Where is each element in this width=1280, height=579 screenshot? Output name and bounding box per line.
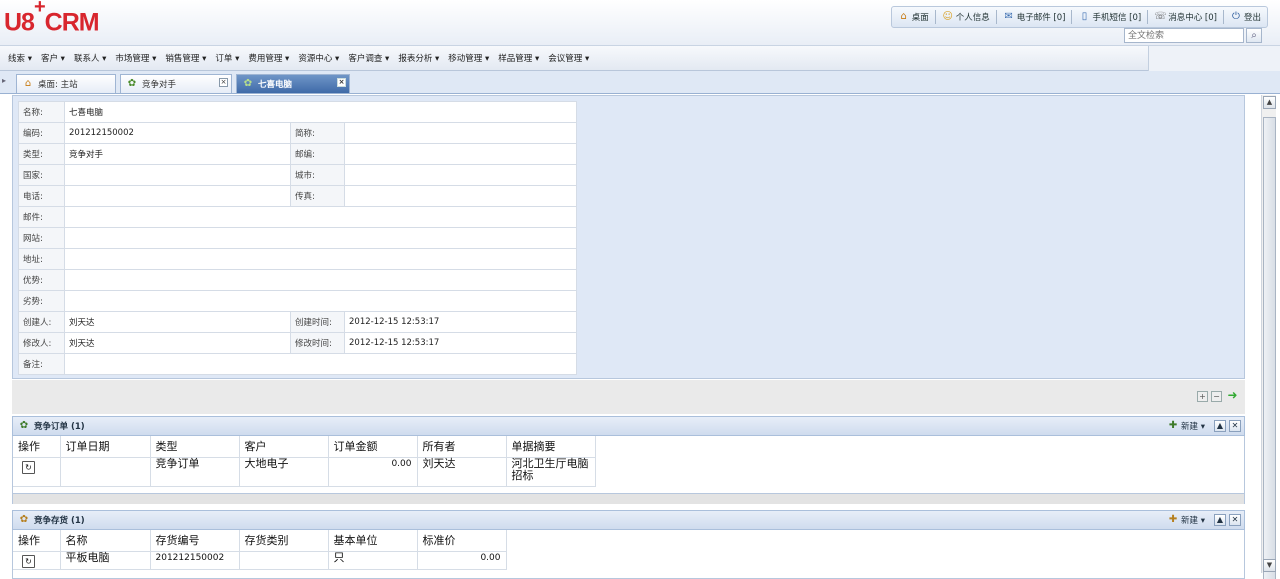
close-icon[interactable]: ✕ bbox=[1229, 420, 1241, 432]
menu-expenses[interactable]: 费用管理 ▾ bbox=[248, 52, 289, 64]
topnav-profile[interactable]: ☺ 个人信息 bbox=[942, 11, 990, 23]
top-nav: ⌂ 桌面 ☺ 个人信息 ✉ 电子邮件 [0] ▯ 手机短信 [0] ☏ 消息中心 [0] … bbox=[890, 6, 1268, 28]
field-email bbox=[64, 206, 577, 228]
orders-table: 操作 订单日期 类型 客户 订单金额 所有者 单据摘要 ↻ 竞争订单 大地电子 … bbox=[13, 436, 596, 487]
arrow-right-icon[interactable]: ➜ bbox=[1225, 389, 1240, 402]
menu-meetings[interactable]: 会议管理 ▾ bbox=[548, 52, 589, 64]
new-icon: ✚ bbox=[1168, 420, 1178, 431]
home-icon: ⌂ bbox=[900, 11, 907, 22]
panel-controls: + − ➜ bbox=[1197, 389, 1240, 402]
field-fax bbox=[344, 185, 577, 207]
close-icon[interactable]: × bbox=[337, 78, 346, 87]
menu-samples[interactable]: 样品管理 ▾ bbox=[498, 52, 539, 64]
scroll-up-icon[interactable]: ▲ bbox=[1263, 96, 1276, 109]
field-address bbox=[64, 248, 577, 270]
field-website bbox=[64, 227, 577, 249]
menu-resources[interactable]: 资源中心 ▾ bbox=[298, 52, 339, 64]
app-logo: U8+CRM bbox=[4, 0, 100, 37]
products-table: 操作 名称 存货编号 存货类别 基本单位 标准价 ↻ 平板电脑 20121215… bbox=[13, 530, 507, 570]
new-icon: ✚ bbox=[1168, 514, 1178, 525]
menu-marketing[interactable]: 市场管理 ▾ bbox=[115, 52, 156, 64]
search-icon[interactable]: ⌕ bbox=[1246, 28, 1262, 43]
message-icon: ☏ bbox=[1154, 11, 1167, 22]
topnav-desktop[interactable]: ⌂ 桌面 bbox=[898, 11, 929, 23]
field-short bbox=[344, 122, 577, 144]
field-creator: 刘天达 bbox=[64, 311, 291, 333]
products-new-button[interactable]: ✚ 新建 ▾ bbox=[1167, 514, 1205, 526]
vertical-scrollbar[interactable]: ▲ ▼ bbox=[1261, 95, 1276, 579]
tab-record[interactable]: ✿ 七喜电脑 × bbox=[236, 74, 350, 93]
tab-desktop[interactable]: ⌂ 桌面: 主站 bbox=[16, 74, 116, 93]
field-name: 七喜电脑 bbox=[64, 101, 577, 123]
products-panel-header: ✿ 竞争存货 (1) ✚ 新建 ▾ ▲ ✕ bbox=[12, 510, 1245, 530]
menu-leads[interactable]: 线索 ▾ bbox=[8, 52, 32, 64]
home-icon: ⌂ bbox=[24, 78, 32, 89]
fulltext-search-input[interactable] bbox=[1124, 28, 1244, 43]
main-menu: 线索 ▾ 客户 ▾ 联系人 ▾ 市场管理 ▾ 销售管理 ▾ 订单 ▾ 费用管理 … bbox=[0, 46, 1280, 71]
field-type: 竞争对手 bbox=[64, 143, 291, 165]
scroll-thumb[interactable] bbox=[1263, 117, 1276, 579]
close-icon[interactable]: × bbox=[219, 78, 228, 87]
topnav-sms[interactable]: ▯ 手机短信 [0] bbox=[1078, 11, 1142, 23]
topnav-messages[interactable]: ☏ 消息中心 [0] bbox=[1154, 11, 1217, 23]
field-remark bbox=[64, 353, 577, 375]
mail-icon: ✉ bbox=[1004, 11, 1013, 22]
menu-orders[interactable]: 订单 ▾ bbox=[215, 52, 239, 64]
competitor-icon: ✿ bbox=[243, 78, 253, 89]
collapse-icon[interactable]: ▲ bbox=[1214, 420, 1226, 432]
scroll-down-icon[interactable]: ▼ bbox=[1263, 559, 1276, 572]
menu-sales[interactable]: 销售管理 ▾ bbox=[165, 52, 206, 64]
field-zip bbox=[344, 143, 577, 165]
product-icon: ✿ bbox=[19, 514, 29, 525]
collapse-icon[interactable]: ▲ bbox=[1214, 514, 1226, 526]
field-code: 201212150002 bbox=[64, 122, 291, 144]
header: U8+CRM ⌂ 桌面 ☺ 个人信息 ✉ 电子邮件 [0] ▯ 手机短信 [0] ☏ 消息… bbox=[0, 0, 1280, 46]
field-strength bbox=[64, 269, 577, 291]
menu-reports[interactable]: 报表分析 ▾ bbox=[398, 52, 439, 64]
topnav-email[interactable]: ✉ 电子邮件 [0] bbox=[1003, 11, 1066, 23]
orders-new-button[interactable]: ✚ 新建 ▾ bbox=[1167, 420, 1205, 432]
collapse-all-icon[interactable]: − bbox=[1211, 391, 1222, 402]
products-panel-body: 操作 名称 存货编号 存货类别 基本单位 标准价 ↻ 平板电脑 20121215… bbox=[12, 530, 1245, 579]
menu-right-panel bbox=[1148, 46, 1280, 71]
table-row: ↻ 竞争订单 大地电子 0.00 刘天达 河北卫生厅电脑招标 bbox=[13, 457, 596, 487]
order-icon: ✿ bbox=[19, 420, 29, 431]
menu-surveys[interactable]: 客户调查 ▾ bbox=[348, 52, 389, 64]
table-row: ↻ 平板电脑 201212150002 只 0.00 bbox=[13, 551, 507, 570]
user-icon: ☺ bbox=[942, 11, 953, 22]
view-icon[interactable]: ↻ bbox=[22, 554, 35, 568]
tab-bar: ▸ ⌂ 桌面: 主站 ✿ 竞争对手 × ✿ 七喜电脑 × bbox=[0, 71, 1280, 94]
expand-all-icon[interactable]: + bbox=[1197, 391, 1208, 402]
field-modifier: 刘天达 bbox=[64, 332, 291, 354]
menu-mobile[interactable]: 移动管理 ▾ bbox=[448, 52, 489, 64]
orders-panel-body: 操作 订单日期 类型 客户 订单金额 所有者 单据摘要 ↻ 竞争订单 大地电子 … bbox=[12, 436, 1245, 494]
field-modified-time: 2012-12-15 12:53:17 bbox=[344, 332, 577, 354]
field-country bbox=[64, 164, 291, 186]
tab-scroll-icon[interactable]: ▸ bbox=[2, 76, 10, 88]
record-form: 名称: 七喜电脑 编码: 201212150002 简称: 类型: 竞争对手 邮编: 国家… bbox=[18, 101, 577, 375]
record-detail-area: 名称: 七喜电脑 编码: 201212150002 简称: 类型: 竞争对手 邮编: 国家… bbox=[12, 95, 1245, 379]
field-phone bbox=[64, 185, 291, 207]
field-created-time: 2012-12-15 12:53:17 bbox=[344, 311, 577, 333]
phone-icon: ▯ bbox=[1081, 11, 1088, 22]
orders-panel-footer bbox=[12, 494, 1245, 504]
close-icon[interactable]: ✕ bbox=[1229, 514, 1241, 526]
topnav-logout[interactable]: ⏻ 登出 bbox=[1230, 11, 1261, 23]
orders-panel-header: ✿ 竞争订单 (1) ✚ 新建 ▾ ▲ ✕ bbox=[12, 416, 1245, 436]
field-city bbox=[344, 164, 577, 186]
menu-customers[interactable]: 客户 ▾ bbox=[41, 52, 65, 64]
logout-icon: ⏻ bbox=[1232, 11, 1240, 22]
tab-competitors[interactable]: ✿ 竞争对手 × bbox=[120, 74, 232, 93]
menu-contacts[interactable]: 联系人 ▾ bbox=[74, 52, 106, 64]
field-weakness bbox=[64, 290, 577, 312]
toolbar-band bbox=[12, 380, 1245, 414]
view-icon[interactable]: ↻ bbox=[22, 460, 35, 474]
competitor-icon: ✿ bbox=[127, 78, 137, 89]
